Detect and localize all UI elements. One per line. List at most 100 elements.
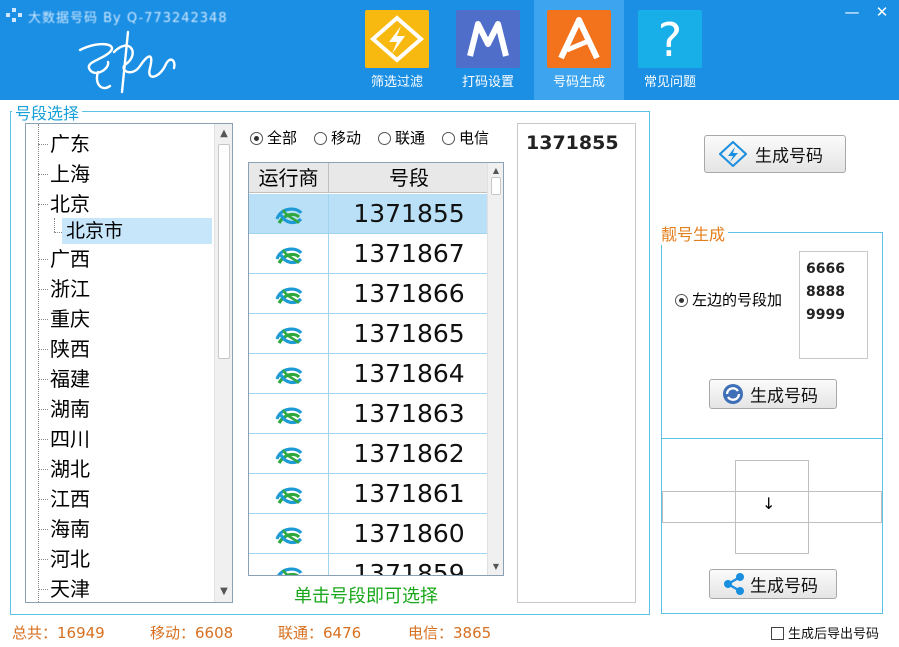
segment-cell: 1371862 [353,439,465,468]
tree-item-tianjin[interactable]: 天津 [50,574,90,602]
lightning-icon [719,141,747,167]
tree-item-jiangxi[interactable]: 江西 [50,484,90,514]
scroll-up-arrow-icon[interactable]: ▲ [215,126,232,142]
column-header-segment[interactable]: 号段 [329,163,489,193]
status-unicom: 联通：6476 [278,624,362,642]
table-row[interactable]: 1371862 [249,434,489,474]
radio-mobile[interactable]: 移动 [314,128,361,148]
minimize-button[interactable]: — [842,4,862,20]
table-row[interactable]: 1371855 [249,194,489,234]
question-icon: ? [638,10,702,68]
carrier-cell [249,354,329,394]
tree-item-beijing-city[interactable]: 北京市 [62,218,212,244]
table-row[interactable]: 1371866 [249,274,489,314]
china-mobile-logo-icon [273,479,305,511]
close-button[interactable]: ✕ [872,4,892,20]
tree-item-zhejiang[interactable]: 浙江 [50,274,90,304]
tree-item-hebei[interactable]: 河北 [50,544,90,574]
scroll-down-arrow-icon[interactable]: ▼ [488,559,503,575]
table-row[interactable]: 1371860 [249,514,489,554]
tree-guide-line [54,218,55,232]
panel-divider [662,438,882,439]
china-mobile-logo-icon [273,519,305,551]
m-logo-icon [456,10,520,68]
export-after-generate-checkbox[interactable]: 生成后导出号码 [771,623,879,642]
segment-cell: 1371864 [353,359,465,388]
pretty-number-list[interactable]: 6666 8888 9999 [799,251,868,359]
segment-cell: 1371859 [353,559,465,576]
app-logo-icon [6,8,22,22]
radio-checked-icon [675,294,688,307]
province-tree[interactable]: 广东 上海 北京 北京市 广西 浙江 重庆 陕西 福建 湖南 四川 湖北 江西 … [25,123,233,603]
tree-item-hubei[interactable]: 湖北 [50,454,90,484]
radio-append-left-segment[interactable]: 左边的号段加 [675,290,782,310]
tree-item-chongqing[interactable]: 重庆 [50,304,90,334]
china-mobile-logo-icon [273,559,305,575]
scroll-thumb[interactable] [491,177,501,195]
signature-logo [78,30,176,94]
tree-item-fujian[interactable]: 福建 [50,364,90,394]
segment-table[interactable]: 运行商 号段 1371855 1371867 1371866 1371865 13718… [248,162,504,576]
china-mobile-logo-icon [273,319,305,351]
radio-checked-icon [250,132,263,145]
nav-label: 筛选过滤 [370,75,423,90]
select-hint: 单击号段即可选择 [294,586,438,607]
share-icon [724,573,744,595]
segment-cell: 1371867 [353,239,465,268]
carrier-cell [249,314,329,354]
segment-cell: 1371863 [353,399,465,428]
tree-scrollbar[interactable]: ▲ ▼ [214,124,232,602]
table-row[interactable]: 1371863 [249,394,489,434]
svg-text:?: ? [658,13,682,67]
pretty-number: 9999 [806,307,845,323]
tree-item-hainan[interactable]: 海南 [50,514,90,544]
a-logo-icon [547,10,611,68]
radio-unicom[interactable]: 联通 [378,128,425,148]
selected-segments-box[interactable]: 1371855 [517,123,636,603]
radio-unchecked-icon [314,132,327,145]
table-row[interactable]: 1371864 [249,354,489,394]
scroll-thumb[interactable] [218,144,230,359]
title-bar: 大数据号码 By Q-773242348 — ✕ 筛选过滤 打码设置 号码生成 … [0,0,899,100]
carrier-cell [249,434,329,474]
carrier-cell [249,554,329,575]
tree-item-guangdong[interactable]: 广东 [50,129,90,159]
tree-item-shanghai[interactable]: 上海 [50,159,90,189]
table-row[interactable]: 1371867 [249,234,489,274]
table-row[interactable]: 1371859 [249,554,489,576]
pretty-number: 6666 [806,261,845,277]
radio-telecom[interactable]: 电信 [442,128,489,148]
nav-code-settings-button[interactable]: 打码设置 [443,0,533,100]
segment-cell: 1371860 [353,519,465,548]
carrier-cell [249,394,329,434]
pretty-generate-button[interactable]: 生成号码 [709,379,837,409]
tree-item-shaanxi[interactable]: 陕西 [50,334,90,364]
nav-faq-button[interactable]: ? 常见问题 [625,0,715,100]
refresh-globe-icon [723,384,743,404]
status-mobile: 移动：6608 [150,624,234,642]
carrier-cell [249,514,329,554]
scroll-down-arrow-icon[interactable]: ▼ [215,584,232,600]
segment-group-title: 号段选择 [12,100,83,124]
carrier-cell [249,274,329,314]
tree-item-hunan[interactable]: 湖南 [50,394,90,424]
status-total: 总共：16949 [12,624,105,642]
generate-number-button[interactable]: 生成号码 [704,135,846,173]
radio-all[interactable]: 全部 [250,128,297,148]
nav-filter-button[interactable]: 筛选过滤 [352,0,442,100]
nav-label: 打码设置 [461,75,514,90]
table-row[interactable]: 1371861 [249,474,489,514]
lightning-icon [365,10,429,68]
tree-item-beijing[interactable]: 北京 [50,189,90,219]
nav-label: 号码生成 [552,75,605,90]
china-mobile-logo-icon [273,439,305,471]
share-generate-button[interactable]: 生成号码 [709,569,837,599]
table-row[interactable]: 1371865 [249,314,489,354]
status-telecom: 电信：3865 [408,624,492,642]
nav-number-generate-button[interactable]: 号码生成 [534,0,624,100]
column-header-carrier[interactable]: 运行商 [249,163,329,193]
table-scrollbar[interactable]: ▲ ▼ [487,163,503,575]
china-mobile-logo-icon [273,359,305,391]
tree-item-sichuan[interactable]: 四川 [50,424,90,454]
tree-item-guangxi[interactable]: 广西 [50,244,90,274]
